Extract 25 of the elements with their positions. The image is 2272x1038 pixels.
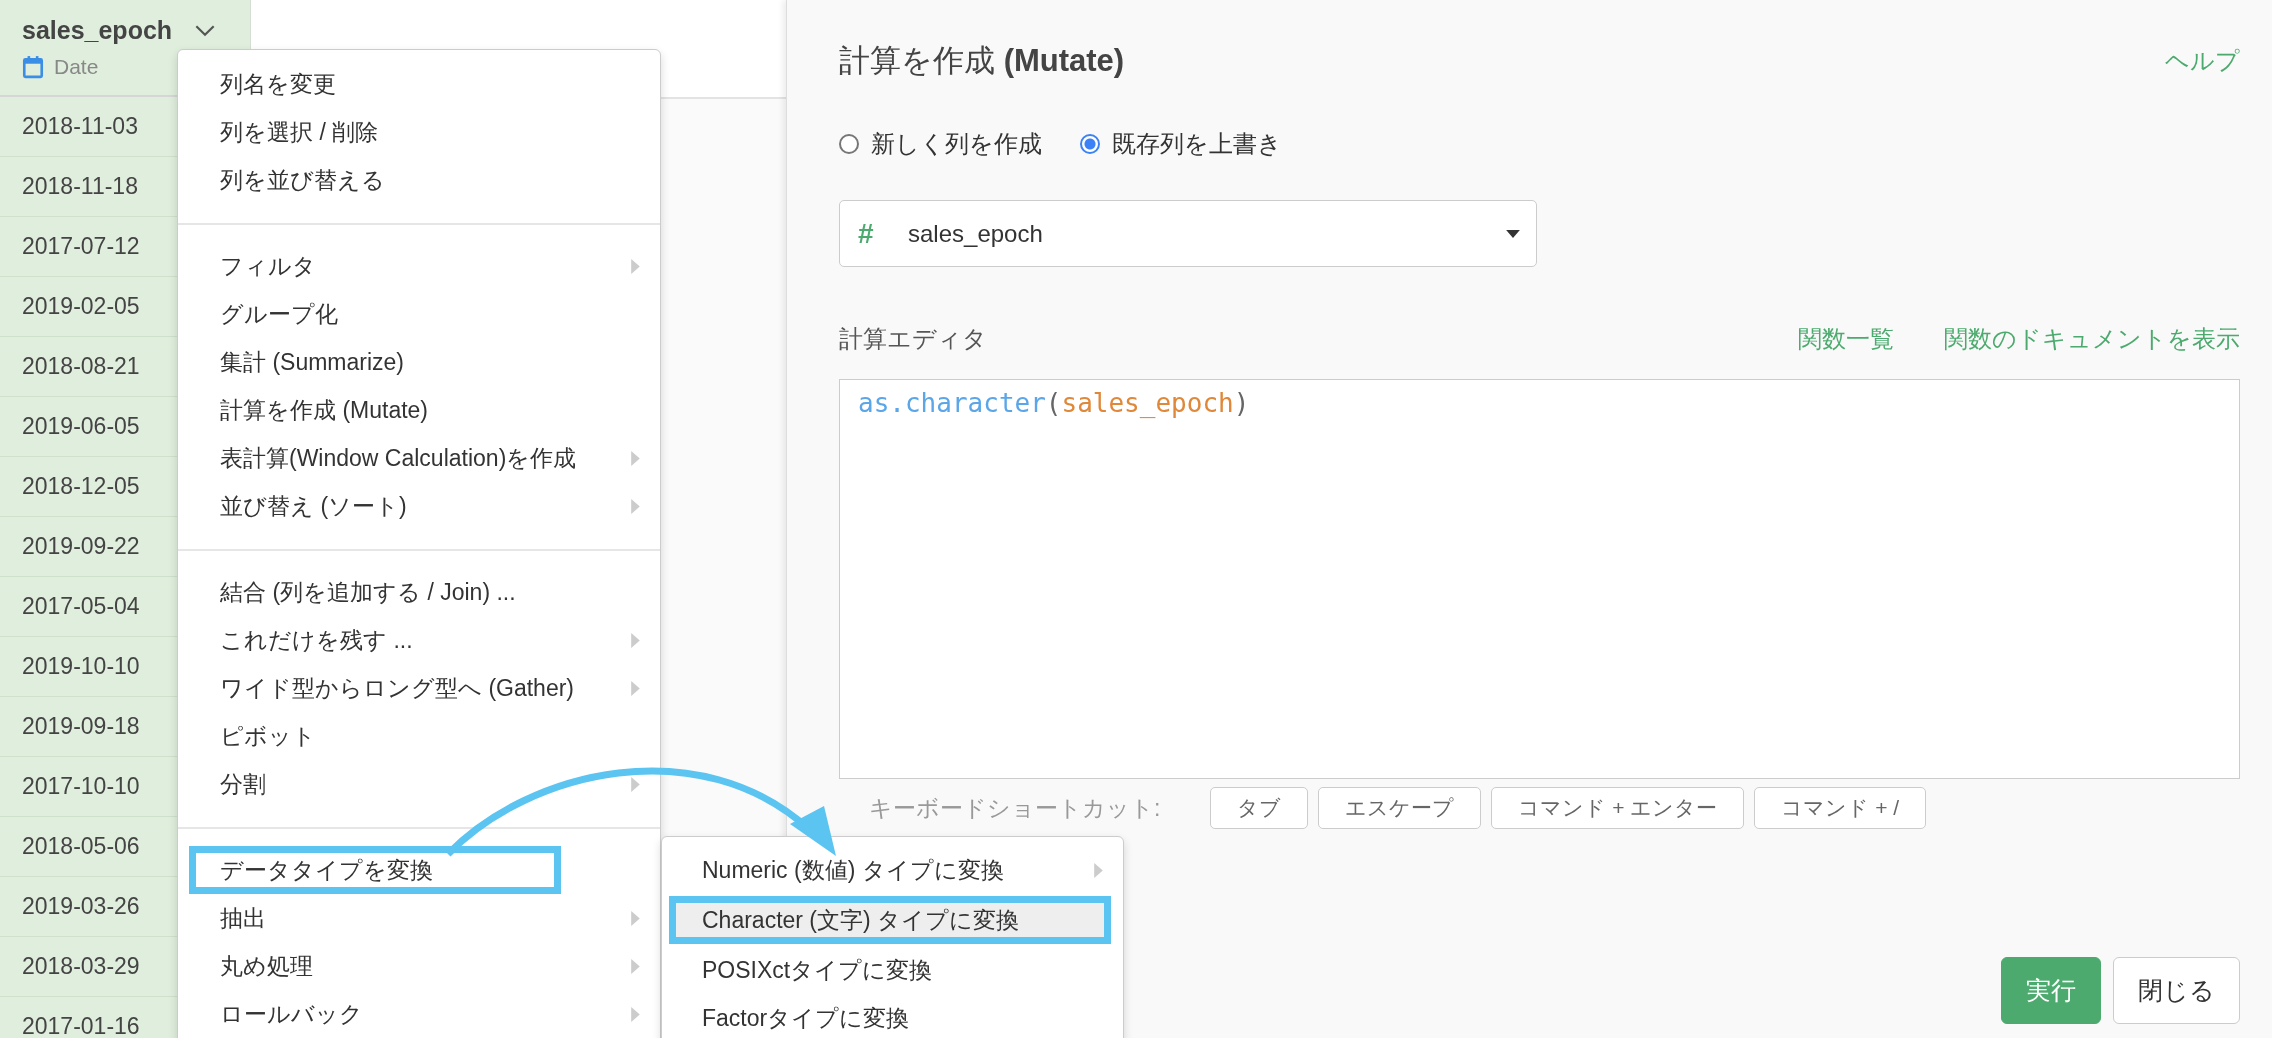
shortcut-key[interactable]: コマンド + エンター	[1491, 787, 1745, 829]
code-editor[interactable]: as.character(sales_epoch)	[839, 379, 2240, 779]
calendar-icon	[22, 55, 44, 79]
column-name: sales_epoch	[22, 16, 173, 45]
radio-label: 既存列を上書き	[1112, 129, 1282, 159]
radio-label: 新しく列を作成	[871, 129, 1042, 159]
radio-button[interactable]	[839, 134, 859, 154]
menu-item[interactable]: Character (文字) タイプに変換	[669, 896, 1111, 944]
menu-item[interactable]: POSIXctタイプに変換	[662, 946, 1123, 994]
menu-item[interactable]: Numeric (数値) タイプに変換	[662, 846, 1123, 894]
number-type-icon: #	[858, 217, 908, 250]
code-line: as.character(sales_epoch)	[858, 388, 1250, 418]
chevron-down-icon[interactable]	[194, 24, 217, 37]
dialog-title: 計算を作成 (Mutate)	[839, 42, 1125, 80]
radio-button[interactable]	[1080, 134, 1100, 154]
dialog-button[interactable]: 閉じる	[2113, 957, 2240, 1024]
shortcut-key[interactable]: エスケープ	[1318, 787, 1482, 829]
shortcut-key[interactable]: タブ	[1210, 787, 1309, 829]
caret-icon	[1506, 229, 1520, 238]
menu-item[interactable]: Factorタイプに変換	[662, 994, 1123, 1038]
shortcut-key[interactable]: コマンド + /	[1754, 787, 1927, 829]
column-type: Date	[54, 55, 99, 79]
column-select[interactable]: # sales_epoch	[839, 200, 1537, 267]
shortcut-label: キーボードショートカット:	[869, 793, 1161, 823]
editor-label: 計算エディタ	[839, 324, 987, 354]
